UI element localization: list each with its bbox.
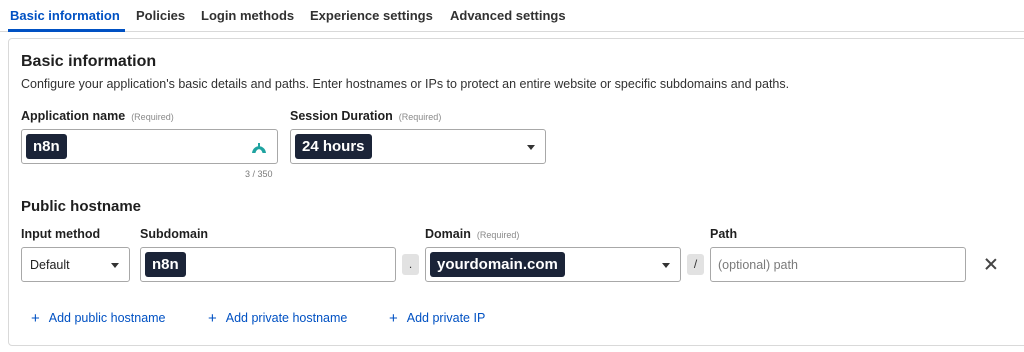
- application-name-label: Application name (Required): [21, 109, 174, 123]
- add-private-hostname-link[interactable]: + Add private hostname: [208, 309, 347, 327]
- tab-basic-information[interactable]: Basic information: [10, 8, 120, 23]
- path-placeholder: (optional) path: [718, 258, 798, 272]
- path-label: Path: [710, 227, 738, 241]
- input-method-value: Default: [30, 258, 70, 272]
- required-hint: (Required): [398, 112, 442, 122]
- tab-bar: Basic information Policies Login methods…: [0, 0, 1024, 32]
- add-public-hostname-link[interactable]: + Add public hostname: [31, 309, 166, 327]
- path-input[interactable]: (optional) path: [710, 247, 966, 282]
- tab-advanced-settings[interactable]: Advanced settings: [450, 8, 566, 23]
- plus-icon: +: [389, 310, 398, 327]
- domain-select[interactable]: yourdomain.com: [425, 247, 681, 282]
- session-duration-select[interactable]: 24 hours: [290, 129, 546, 164]
- tab-policies[interactable]: Policies: [136, 8, 185, 23]
- subdomain-label: Subdomain: [140, 227, 209, 241]
- basic-information-description: Configure your application's basic detai…: [21, 77, 790, 91]
- application-name-value: n8n: [26, 134, 67, 159]
- chevron-down-icon: [111, 263, 119, 268]
- tab-login-methods[interactable]: Login methods: [201, 8, 294, 23]
- public-hostname-title: Public hostname: [21, 198, 142, 215]
- settings-card: Basic information Configure your applica…: [8, 38, 1024, 346]
- chevron-down-icon: [527, 145, 535, 150]
- dot-separator: .: [402, 254, 419, 275]
- app-logo-icon: [250, 140, 268, 154]
- session-duration-value: 24 hours: [295, 134, 372, 159]
- domain-value: yourdomain.com: [430, 252, 565, 277]
- slash-separator: /: [687, 254, 704, 275]
- basic-information-title: Basic information: [21, 53, 157, 70]
- required-hint: (Required): [131, 112, 174, 122]
- plus-icon: +: [208, 310, 217, 327]
- add-private-ip-link[interactable]: + Add private IP: [389, 309, 485, 327]
- application-name-input[interactable]: n8n: [21, 129, 278, 164]
- required-hint: (Required): [476, 230, 520, 240]
- domain-label: Domain (Required): [425, 227, 520, 241]
- close-icon[interactable]: [984, 257, 998, 271]
- session-duration-label: Session Duration (Required): [290, 109, 442, 123]
- active-tab-indicator: [8, 29, 125, 32]
- subdomain-input[interactable]: n8n: [140, 247, 396, 282]
- tab-experience-settings[interactable]: Experience settings: [310, 8, 433, 23]
- input-method-select[interactable]: Default: [21, 247, 130, 282]
- chevron-down-icon: [662, 263, 670, 268]
- input-method-label: Input method: [21, 227, 101, 241]
- character-counter: 3 / 350: [245, 169, 273, 179]
- subdomain-value: n8n: [145, 252, 186, 277]
- plus-icon: +: [31, 310, 40, 327]
